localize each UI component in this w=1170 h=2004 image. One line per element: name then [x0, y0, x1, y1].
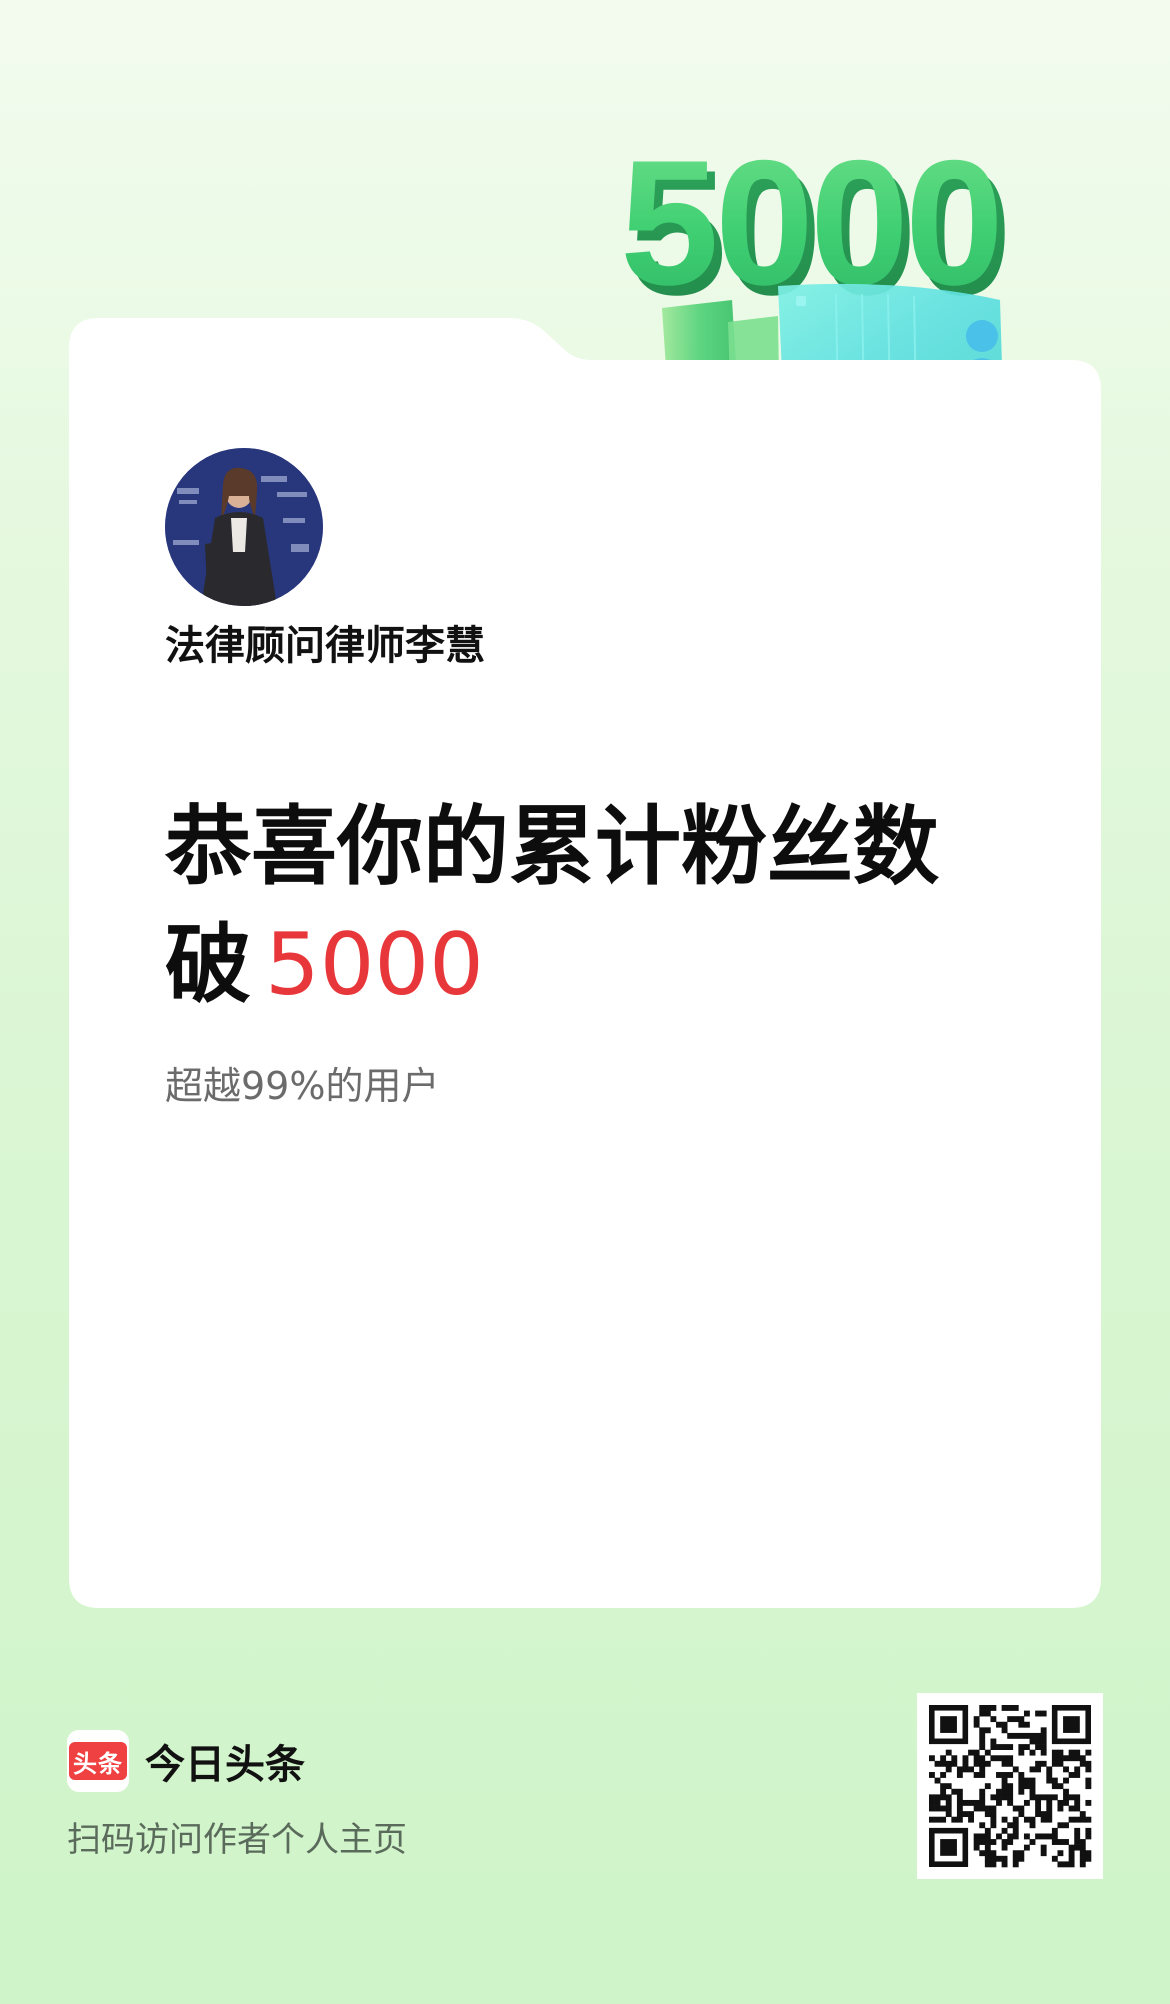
- headline-prefix: 破: [165, 915, 251, 1015]
- qr-code[interactable]: [917, 1693, 1103, 1879]
- scan-instruction: 扫码访问作者个人主页: [67, 1820, 407, 1860]
- brand-block: 头条 今日头条: [67, 1730, 305, 1792]
- toutiao-logo: 头条: [67, 1730, 129, 1792]
- toutiao-logo-text: 头条: [69, 1742, 127, 1780]
- author-name[interactable]: 法律顾问律师李慧: [165, 618, 485, 674]
- author-avatar[interactable]: [165, 448, 323, 606]
- headline-line-2: 破 5000: [165, 906, 1045, 1024]
- milestone-card: 法律顾问律师李慧 恭喜你的累计粉丝数 破 5000 超越99%的用户: [69, 318, 1101, 1608]
- percentile-text: 超越99%的用户: [165, 1064, 440, 1108]
- headline: 恭喜你的累计粉丝数 破 5000: [165, 788, 1045, 1024]
- brand-name: 今日头条: [145, 1742, 305, 1788]
- headline-line-1: 恭喜你的累计粉丝数: [165, 797, 939, 897]
- headline-number: 5000: [265, 915, 484, 1015]
